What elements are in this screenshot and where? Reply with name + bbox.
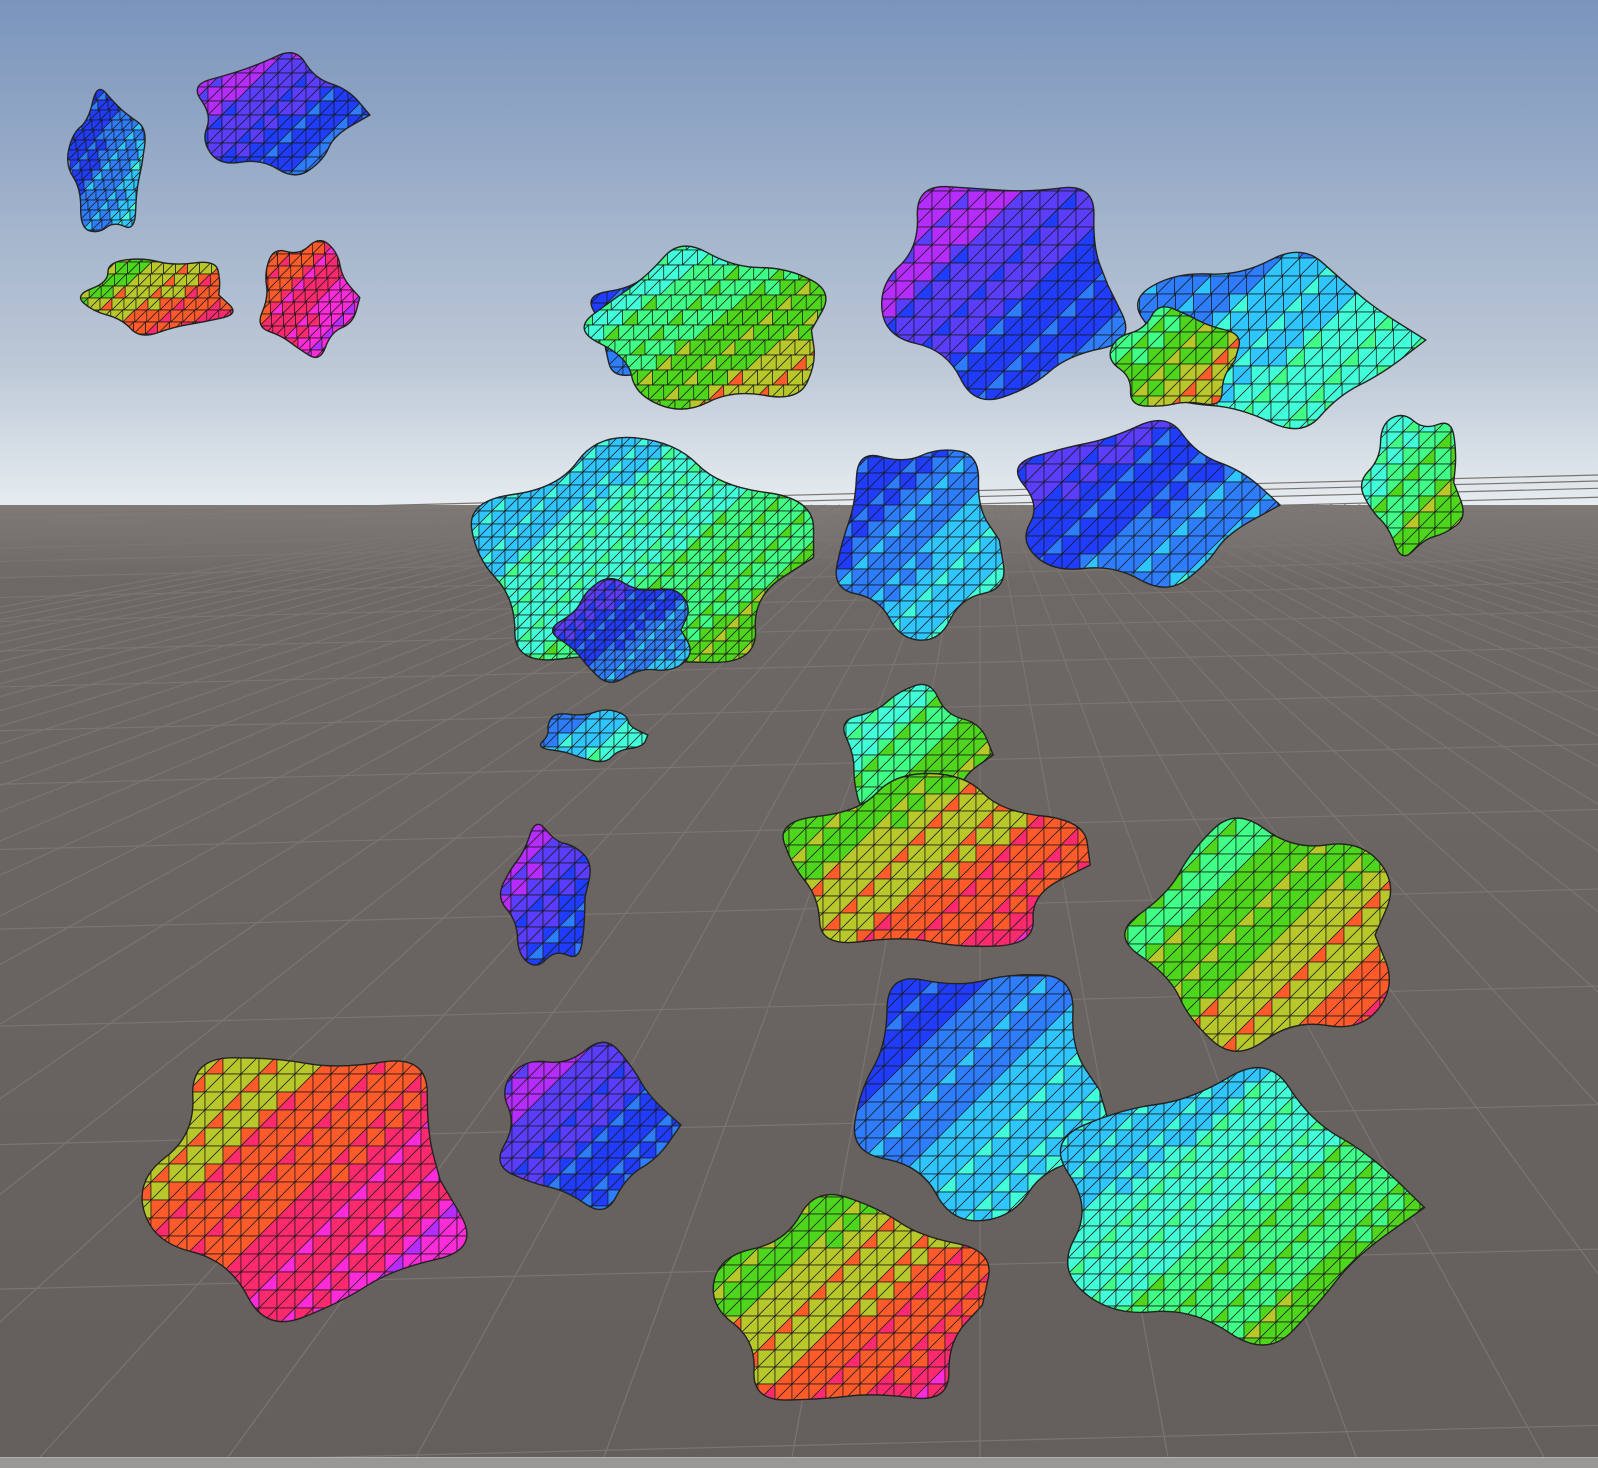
scene-viewport[interactable] — [0, 0, 1598, 1468]
scene-canvas[interactable] — [0, 0, 1598, 1468]
